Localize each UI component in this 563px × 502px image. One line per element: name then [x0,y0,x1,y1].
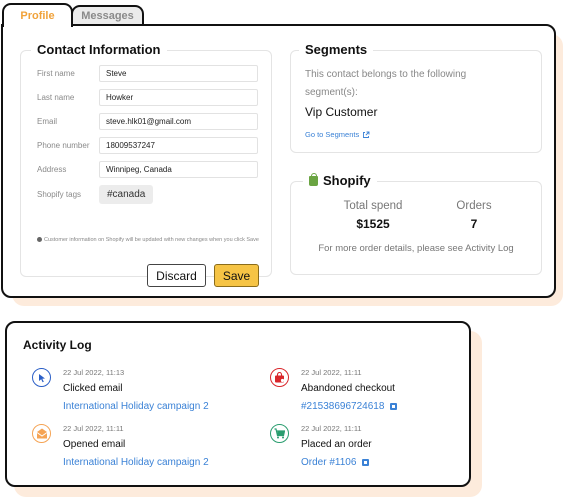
shopify-title: Shopify [303,172,377,188]
total-spend-value: $1525 [356,217,390,231]
external-link-icon [362,459,370,466]
address-label: Address [37,165,67,174]
go-to-segments-link[interactable]: Go to Segments [305,130,370,139]
open-envelope-icon [32,424,51,443]
info-icon [37,237,42,243]
shopify-bag-icon [309,172,318,186]
activity-link[interactable]: International Holiday campaign 2 [63,401,209,412]
activity-event: Clicked email [63,383,123,394]
activity-log-title: Activity Log [23,338,92,352]
orders-value: 7 [470,217,478,231]
contact-information-title: Contact Information [31,42,167,57]
save-button[interactable]: Save [214,264,259,287]
shopify-tag-chip[interactable]: #canada [99,185,154,204]
activity-time: 22 Jul 2022, 11:13 [63,368,125,377]
last-name-label: Last name [37,93,75,102]
activity-link[interactable]: Order #1106 [301,457,370,468]
external-link-icon [390,403,398,410]
phone-number-label: Phone number [37,141,90,150]
shopping-cart-icon [270,424,289,443]
email-input[interactable] [99,113,258,130]
discard-button[interactable]: Discard [147,264,206,287]
shopify-section: Shopify Total spend $1525 Orders 7 For m… [290,172,542,275]
activity-link[interactable]: #21538696724618 [301,401,398,412]
shopify-update-note: Customer information on Shopify will be … [37,236,262,245]
last-name-row: Last name [37,89,258,106]
activity-event: Placed an order [301,439,372,450]
orders-label: Orders [456,200,492,212]
first-name-input[interactable] [99,65,258,82]
first-name-label: First name [37,69,75,78]
segments-description: This contact belongs to the following se… [305,69,467,98]
shopify-tags-row: Shopify tags #canada [37,185,154,204]
orders-stat: Orders 7 [449,200,499,231]
cursor-click-icon [32,368,51,387]
activity-link[interactable]: International Holiday campaign 2 [63,457,209,468]
segment-name: Vip Customer [305,105,378,119]
segments-title: Segments [299,42,374,57]
tab-profile[interactable]: Profile [2,3,73,27]
activity-time: 22 Jul 2022, 11:11 [301,424,362,433]
total-spend-stat: Total spend $1525 [339,200,407,231]
activity-time: 22 Jul 2022, 11:11 [301,368,362,377]
address-row: Address [37,161,258,178]
shopify-tags-label: Shopify tags [37,190,82,199]
last-name-input[interactable] [99,89,258,106]
tab-messages[interactable]: Messages [71,5,144,25]
activity-log-card: Activity Log 22 Jul 2022, 11:13 Clicked … [5,321,471,487]
email-row: Email [37,113,258,130]
total-spend-label: Total spend [343,200,403,212]
activity-event: Opened email [63,439,126,450]
email-label: Email [37,117,58,126]
abandoned-bag-icon [270,368,289,387]
phone-number-row: Phone number [37,137,258,154]
segments-section: Segments This contact belongs to the fol… [290,42,542,153]
activity-time: 22 Jul 2022, 11:11 [63,424,124,433]
first-name-row: First name [37,65,258,82]
external-link-icon [363,131,370,138]
profile-card: Contact Information First name Last name… [1,24,556,298]
contact-information-section: Contact Information First name Last name… [20,42,272,287]
activity-event: Abandoned checkout [301,383,395,394]
shopify-note: For more order details, please see Activ… [318,243,514,254]
address-input[interactable] [99,161,258,178]
phone-number-input[interactable] [99,137,258,154]
